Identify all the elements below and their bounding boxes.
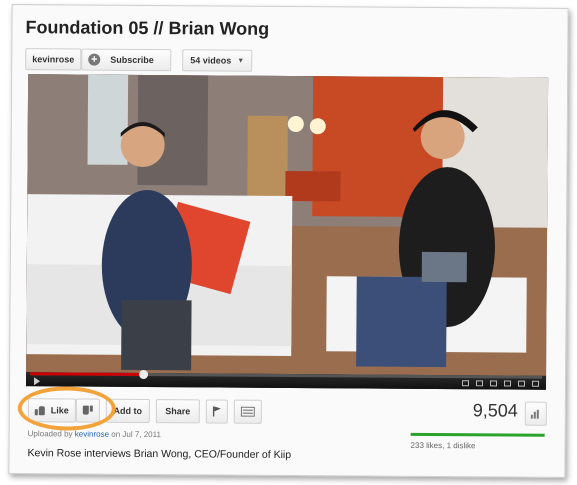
resolution-icon[interactable]	[489, 380, 498, 387]
popout-icon[interactable]	[517, 380, 526, 387]
subscribe-button[interactable]: + Subscribe	[81, 48, 172, 72]
uploader-link[interactable]: kevinrose	[75, 430, 109, 439]
video-still	[26, 74, 549, 376]
theater-icon[interactable]	[503, 380, 512, 387]
like-button[interactable]: Like	[27, 398, 76, 423]
video-description: Kevin Rose interviews Brian Wong, CEO/Fo…	[27, 447, 292, 462]
videos-label: 54 videos	[190, 55, 232, 66]
flag-icon	[212, 406, 221, 417]
caption-icon[interactable]	[461, 380, 470, 387]
thumbs-down-icon	[83, 406, 93, 416]
channel-button[interactable]: kevinrose	[25, 48, 82, 71]
likes-summary: 233 likes, 1 dislike	[410, 440, 476, 451]
progress-fill	[30, 372, 143, 376]
flag-button[interactable]	[205, 399, 228, 424]
video-player[interactable]	[25, 74, 549, 390]
video-frame[interactable]	[26, 74, 549, 376]
video-title: Foundation 05 // Brian Wong	[25, 17, 270, 39]
player-controls	[25, 369, 547, 390]
video-card: Foundation 05 // Brian Wong kevinrose + …	[8, 4, 569, 478]
fullscreen-icon[interactable]	[531, 380, 540, 387]
thumbs-up-icon	[35, 405, 45, 415]
view-count: 9,504	[472, 400, 518, 421]
subscribe-label: Subscribe	[110, 54, 154, 66]
transcript-button[interactable]	[233, 399, 262, 424]
videos-dropdown[interactable]: 54 videos ▼	[182, 49, 253, 72]
uploaded-date: on Jul 7, 2011	[111, 429, 161, 440]
add-to-button[interactable]: Add to	[105, 398, 150, 424]
plus-circle-icon: +	[88, 53, 101, 66]
stats-button[interactable]	[524, 401, 547, 426]
caret-down-icon: ▼	[237, 57, 245, 65]
uploaded-prefix: Uploaded by	[27, 429, 73, 439]
like-label: Like	[50, 405, 69, 416]
gear-icon[interactable]	[475, 380, 484, 387]
play-icon[interactable]	[33, 377, 41, 386]
dislike-button[interactable]	[75, 398, 100, 423]
progress-scrubber[interactable]	[138, 369, 148, 380]
upload-info: Uploaded by kevinrose on Jul 7, 2011	[28, 429, 161, 439]
bar-chart-icon	[530, 409, 539, 419]
transcript-icon	[240, 406, 255, 417]
like-ratio-bar	[410, 432, 545, 437]
share-button[interactable]: Share	[155, 399, 200, 424]
